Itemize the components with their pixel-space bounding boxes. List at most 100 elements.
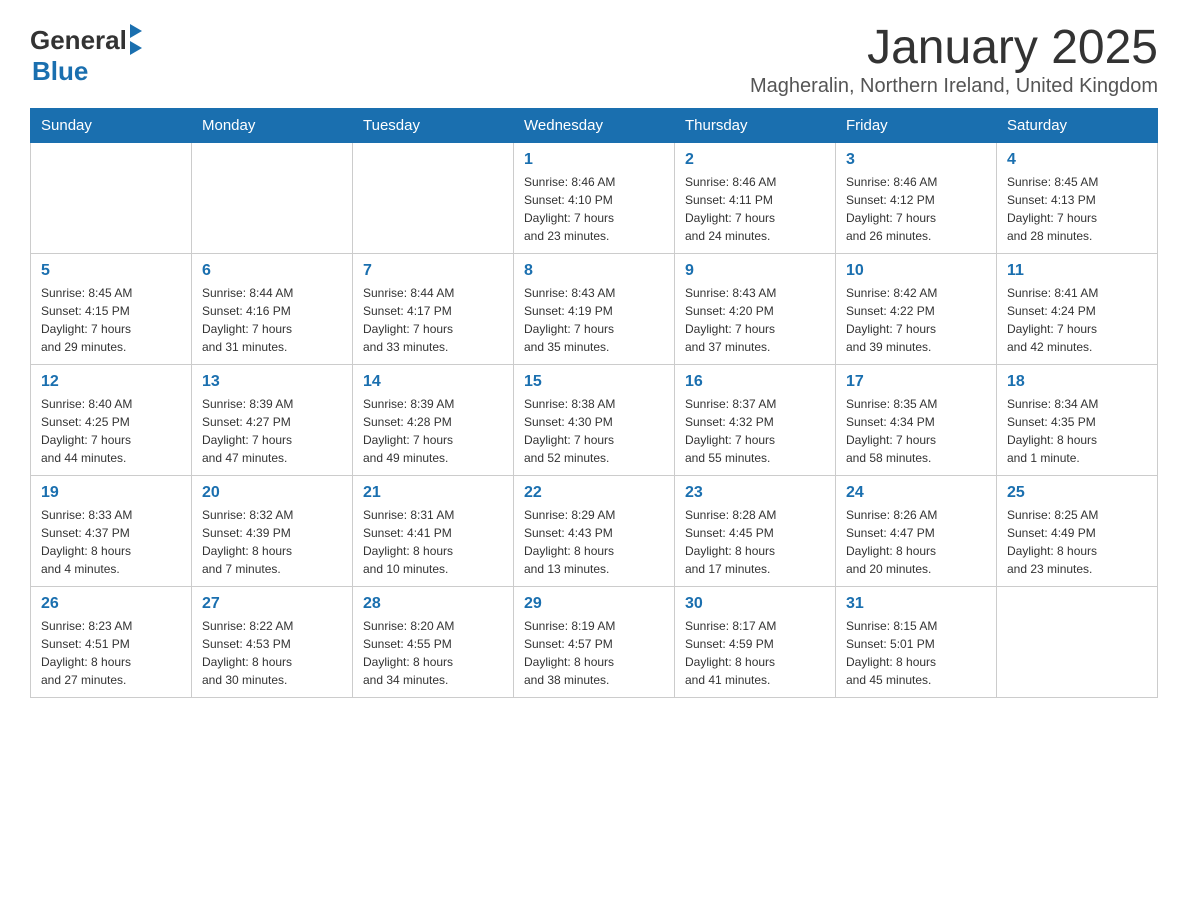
day-cell: 1 Sunrise: 8:46 AMSunset: 4:10 PMDaylight… [514,143,675,254]
day-cell: 28 Sunrise: 8:20 AMSunset: 4:55 PMDayligh… [353,587,514,698]
day-cell: 25Sunrise: 8:25 AMSunset: 4:49 PMDayligh… [997,476,1158,587]
day-number: 7 [363,262,503,280]
day-cell [31,143,192,254]
day-number: 18 [1007,373,1147,391]
day-number: 24 [846,484,986,502]
day-number: 10 [846,262,986,280]
day-cell: 17 Sunrise: 8:35 AMSunset: 4:34 PMDayligh… [836,365,997,476]
day-cell: 14 Sunrise: 8:39 AMSunset: 4:28 PMDayligh… [353,365,514,476]
day-info: Sunrise: 8:46 AMSunset: 4:12 PMDaylight:… [846,173,986,245]
day-number: 11 [1007,262,1147,280]
logo: General Blue [30,20,190,90]
day-info: Sunrise: 8:44 AMSunset: 4:16 PMDaylight:… [202,284,342,356]
day-cell: 24 Sunrise: 8:26 AMSunset: 4:47 PMDayligh… [836,476,997,587]
day-info: Sunrise: 8:29 AMSunset: 4:43 PMDaylight:… [524,506,664,578]
day-cell: 3Sunrise: 8:46 AMSunset: 4:12 PMDaylight… [836,143,997,254]
day-cell: 6 Sunrise: 8:44 AMSunset: 4:16 PMDaylight… [192,254,353,365]
day-info: Sunrise: 8:26 AMSunset: 4:47 PMDaylight:… [846,506,986,578]
day-info: Sunrise: 8:39 AMSunset: 4:28 PMDaylight:… [363,395,503,467]
day-number: 4 [1007,151,1147,169]
day-cell: 29 Sunrise: 8:19 AMSunset: 4:57 PMDayligh… [514,587,675,698]
day-number: 15 [524,373,664,391]
day-info: Sunrise: 8:19 AMSunset: 4:57 PMDaylight:… [524,617,664,689]
weekday-header-friday: Friday [836,109,997,143]
calendar-table: SundayMondayTuesdayWednesdayThursdayFrid… [30,108,1158,698]
week-row-0: 1 Sunrise: 8:46 AMSunset: 4:10 PMDaylight… [31,143,1158,254]
day-cell: 23Sunrise: 8:28 AMSunset: 4:45 PMDayligh… [675,476,836,587]
day-cell: 20Sunrise: 8:32 AMSunset: 4:39 PMDayligh… [192,476,353,587]
weekday-header-tuesday: Tuesday [353,109,514,143]
day-info: Sunrise: 8:38 AMSunset: 4:30 PMDaylight:… [524,395,664,467]
month-title: January 2025 [750,20,1158,75]
page-header: General Blue January 2025 Magheralin, No… [30,20,1158,98]
week-row-2: 12Sunrise: 8:40 AMSunset: 4:25 PMDayligh… [31,365,1158,476]
day-number: 14 [363,373,503,391]
day-info: Sunrise: 8:41 AMSunset: 4:24 PMDaylight:… [1007,284,1147,356]
day-info: Sunrise: 8:45 AMSunset: 4:15 PMDaylight:… [41,284,181,356]
day-info: Sunrise: 8:17 AMSunset: 4:59 PMDaylight:… [685,617,825,689]
day-number: 16 [685,373,825,391]
week-row-3: 19 Sunrise: 8:33 AMSunset: 4:37 PMDayligh… [31,476,1158,587]
day-cell [997,587,1158,698]
logo-blue: Blue [32,56,88,86]
day-number: 19 [41,484,181,502]
day-cell: 19 Sunrise: 8:33 AMSunset: 4:37 PMDayligh… [31,476,192,587]
day-number: 5 [41,262,181,280]
day-info: Sunrise: 8:15 AMSunset: 5:01 PMDaylight:… [846,617,986,689]
day-number: 17 [846,373,986,391]
day-info: Sunrise: 8:39 AMSunset: 4:27 PMDaylight:… [202,395,342,467]
day-cell: 4 Sunrise: 8:45 AMSunset: 4:13 PMDaylight… [997,143,1158,254]
day-number: 6 [202,262,342,280]
location-title: Magheralin, Northern Ireland, United Kin… [750,75,1158,98]
day-cell: 31Sunrise: 8:15 AMSunset: 5:01 PMDayligh… [836,587,997,698]
day-number: 30 [685,595,825,613]
week-row-1: 5 Sunrise: 8:45 AMSunset: 4:15 PMDaylight… [31,254,1158,365]
day-cell: 18Sunrise: 8:34 AMSunset: 4:35 PMDayligh… [997,365,1158,476]
day-cell: 21Sunrise: 8:31 AMSunset: 4:41 PMDayligh… [353,476,514,587]
day-number: 9 [685,262,825,280]
day-info: Sunrise: 8:23 AMSunset: 4:51 PMDaylight:… [41,617,181,689]
day-info: Sunrise: 8:45 AMSunset: 4:13 PMDaylight:… [1007,173,1147,245]
day-number: 28 [363,595,503,613]
day-info: Sunrise: 8:22 AMSunset: 4:53 PMDaylight:… [202,617,342,689]
day-cell [353,143,514,254]
day-cell: 11 Sunrise: 8:41 AMSunset: 4:24 PMDayligh… [997,254,1158,365]
weekday-header-wednesday: Wednesday [514,109,675,143]
week-row-4: 26Sunrise: 8:23 AMSunset: 4:51 PMDayligh… [31,587,1158,698]
weekday-header-monday: Monday [192,109,353,143]
day-info: Sunrise: 8:25 AMSunset: 4:49 PMDaylight:… [1007,506,1147,578]
weekday-header-thursday: Thursday [675,109,836,143]
day-info: Sunrise: 8:32 AMSunset: 4:39 PMDaylight:… [202,506,342,578]
day-cell: 7Sunrise: 8:44 AMSunset: 4:17 PMDaylight… [353,254,514,365]
day-number: 22 [524,484,664,502]
day-cell: 26Sunrise: 8:23 AMSunset: 4:51 PMDayligh… [31,587,192,698]
logo-general: General [30,26,127,55]
day-cell: 12Sunrise: 8:40 AMSunset: 4:25 PMDayligh… [31,365,192,476]
day-number: 21 [363,484,503,502]
day-cell [192,143,353,254]
day-number: 8 [524,262,664,280]
day-cell: 10 Sunrise: 8:42 AMSunset: 4:22 PMDayligh… [836,254,997,365]
day-number: 27 [202,595,342,613]
day-info: Sunrise: 8:42 AMSunset: 4:22 PMDaylight:… [846,284,986,356]
day-info: Sunrise: 8:33 AMSunset: 4:37 PMDaylight:… [41,506,181,578]
day-cell: 2 Sunrise: 8:46 AMSunset: 4:11 PMDaylight… [675,143,836,254]
day-info: Sunrise: 8:43 AMSunset: 4:19 PMDaylight:… [524,284,664,356]
day-info: Sunrise: 8:35 AMSunset: 4:34 PMDaylight:… [846,395,986,467]
weekday-header-saturday: Saturday [997,109,1158,143]
day-info: Sunrise: 8:46 AMSunset: 4:11 PMDaylight:… [685,173,825,245]
day-info: Sunrise: 8:28 AMSunset: 4:45 PMDaylight:… [685,506,825,578]
day-info: Sunrise: 8:43 AMSunset: 4:20 PMDaylight:… [685,284,825,356]
day-info: Sunrise: 8:46 AMSunset: 4:10 PMDaylight:… [524,173,664,245]
day-number: 2 [685,151,825,169]
day-cell: 16 Sunrise: 8:37 AMSunset: 4:32 PMDayligh… [675,365,836,476]
day-cell: 27 Sunrise: 8:22 AMSunset: 4:53 PMDayligh… [192,587,353,698]
day-number: 1 [524,151,664,169]
day-info: Sunrise: 8:37 AMSunset: 4:32 PMDaylight:… [685,395,825,467]
day-number: 13 [202,373,342,391]
day-cell: 5 Sunrise: 8:45 AMSunset: 4:15 PMDaylight… [31,254,192,365]
day-cell: 22 Sunrise: 8:29 AMSunset: 4:43 PMDayligh… [514,476,675,587]
day-info: Sunrise: 8:20 AMSunset: 4:55 PMDaylight:… [363,617,503,689]
day-cell: 30 Sunrise: 8:17 AMSunset: 4:59 PMDayligh… [675,587,836,698]
day-number: 29 [524,595,664,613]
